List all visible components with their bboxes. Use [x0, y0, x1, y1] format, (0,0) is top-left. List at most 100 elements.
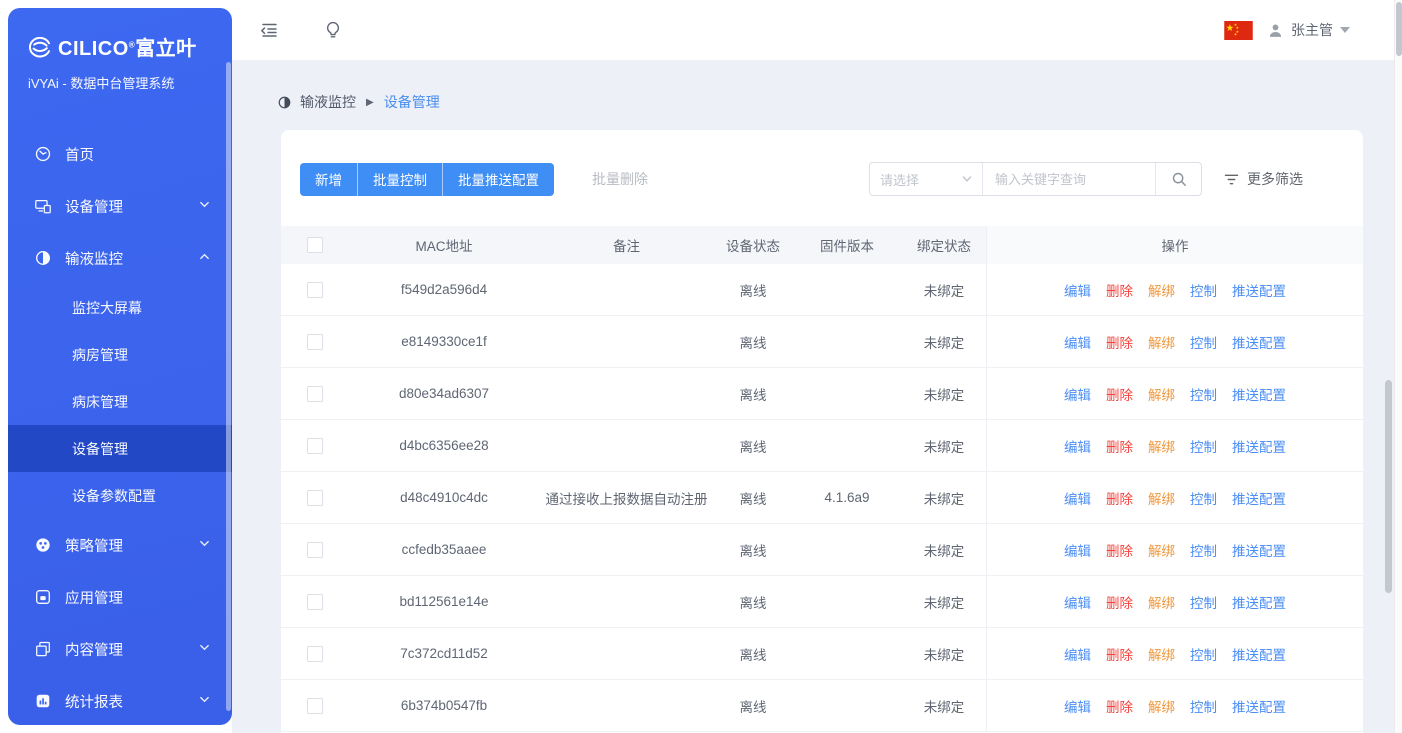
- breadcrumb-current[interactable]: 设备管理: [384, 92, 440, 112]
- action-push-config-link[interactable]: 推送配置: [1232, 592, 1286, 612]
- action-unbind-link[interactable]: 解绑: [1148, 332, 1175, 352]
- search-button[interactable]: [1155, 163, 1201, 195]
- action-edit-link[interactable]: 编辑: [1064, 540, 1091, 560]
- row-checkbox[interactable]: [307, 542, 323, 558]
- batch-control-button[interactable]: 批量控制: [357, 163, 442, 196]
- action-delete-link[interactable]: 删除: [1106, 384, 1133, 404]
- table-row: ccfedb35aaee离线未绑定编辑删除解绑控制推送配置: [281, 524, 1363, 576]
- action-edit-link[interactable]: 编辑: [1064, 280, 1091, 300]
- action-edit-link[interactable]: 编辑: [1064, 436, 1091, 456]
- action-unbind-link[interactable]: 解绑: [1148, 488, 1175, 508]
- action-unbind-link[interactable]: 解绑: [1148, 540, 1175, 560]
- breadcrumb-section[interactable]: 输液监控: [300, 92, 356, 112]
- action-unbind-link[interactable]: 解绑: [1148, 644, 1175, 664]
- action-unbind-link[interactable]: 解绑: [1148, 436, 1175, 456]
- action-push-config-link[interactable]: 推送配置: [1232, 384, 1286, 404]
- batch-push-config-button[interactable]: 批量推送配置: [442, 163, 554, 196]
- action-control-link[interactable]: 控制: [1190, 644, 1217, 664]
- sidebar-item-app-management[interactable]: 应用管理: [8, 571, 232, 623]
- action-control-link[interactable]: 控制: [1190, 592, 1217, 612]
- action-unbind-link[interactable]: 解绑: [1148, 280, 1175, 300]
- chevron-down-icon: [199, 641, 210, 657]
- action-edit-link[interactable]: 编辑: [1064, 592, 1091, 612]
- action-control-link[interactable]: 控制: [1190, 540, 1217, 560]
- row-checkbox[interactable]: [307, 334, 323, 350]
- sidebar-item-content-management[interactable]: 内容管理: [8, 623, 232, 675]
- action-delete-link[interactable]: 删除: [1106, 436, 1133, 456]
- more-filter-button[interactable]: 更多筛选: [1224, 169, 1303, 189]
- action-unbind-link[interactable]: 解绑: [1148, 696, 1175, 716]
- cell-actions: 编辑删除解绑控制推送配置: [986, 264, 1363, 315]
- row-checkbox[interactable]: [307, 646, 323, 662]
- action-control-link[interactable]: 控制: [1190, 384, 1217, 404]
- action-control-link[interactable]: 控制: [1190, 436, 1217, 456]
- action-delete-link[interactable]: 删除: [1106, 280, 1133, 300]
- action-push-config-link[interactable]: 推送配置: [1232, 644, 1286, 664]
- sidebar-subitem-device-management-sub[interactable]: 设备管理: [8, 425, 232, 472]
- action-edit-link[interactable]: 编辑: [1064, 384, 1091, 404]
- action-push-config-link[interactable]: 推送配置: [1232, 696, 1286, 716]
- sidebar: CILICO®富立叶 iVYAi - 数据中台管理系统 首页设备管理输液监控监控…: [8, 8, 232, 725]
- row-checkbox[interactable]: [307, 386, 323, 402]
- action-push-config-link[interactable]: 推送配置: [1232, 280, 1286, 300]
- content-scrollbar-thumb[interactable]: [1385, 380, 1392, 593]
- action-delete-link[interactable]: 删除: [1106, 540, 1133, 560]
- action-delete-link[interactable]: 删除: [1106, 332, 1133, 352]
- table-row: 7c372cd11d52离线未绑定编辑删除解绑控制推送配置: [281, 628, 1363, 680]
- action-edit-link[interactable]: 编辑: [1064, 332, 1091, 352]
- user-menu[interactable]: 张主管: [1267, 20, 1350, 40]
- sidebar-subitem-bed-management[interactable]: 病床管理: [8, 378, 232, 425]
- language-flag-china[interactable]: ★ ★ ★ ★ ★: [1224, 21, 1253, 40]
- action-push-config-link[interactable]: 推送配置: [1232, 540, 1286, 560]
- action-delete-link[interactable]: 删除: [1106, 696, 1133, 716]
- sidebar-subitem-device-param-config[interactable]: 设备参数配置: [8, 472, 232, 519]
- action-push-config-link[interactable]: 推送配置: [1232, 436, 1286, 456]
- breadcrumb-separator-icon: ▶: [366, 97, 374, 108]
- action-control-link[interactable]: 控制: [1190, 280, 1217, 300]
- lightbulb-icon[interactable]: [322, 19, 344, 41]
- sidebar-item-label: 设备管理: [65, 196, 186, 217]
- cell-note: [539, 420, 714, 471]
- action-unbind-link[interactable]: 解绑: [1148, 592, 1175, 612]
- page-scrollbar-track[interactable]: [1394, 0, 1402, 733]
- action-edit-link[interactable]: 编辑: [1064, 644, 1091, 664]
- sidebar-item-label: 输液监控: [65, 248, 186, 269]
- page-scrollbar-thumb[interactable]: [1396, 2, 1402, 56]
- cell-status: 离线: [714, 316, 792, 367]
- action-delete-link[interactable]: 删除: [1106, 644, 1133, 664]
- sidebar-item-infusion-monitoring[interactable]: 输液监控: [8, 232, 232, 284]
- collapse-sidebar-icon[interactable]: [258, 19, 280, 41]
- row-checkbox[interactable]: [307, 490, 323, 506]
- row-checkbox[interactable]: [307, 438, 323, 454]
- sidebar-subitem-ward-management[interactable]: 病房管理: [8, 331, 232, 378]
- add-button[interactable]: 新增: [300, 163, 357, 196]
- table-row: d4bc6356ee28离线未绑定编辑删除解绑控制推送配置: [281, 420, 1363, 472]
- action-unbind-link[interactable]: 解绑: [1148, 384, 1175, 404]
- action-control-link[interactable]: 控制: [1190, 696, 1217, 716]
- action-control-link[interactable]: 控制: [1190, 332, 1217, 352]
- batch-delete-button[interactable]: 批量删除: [592, 169, 648, 189]
- cell-note: [539, 628, 714, 679]
- action-delete-link[interactable]: 删除: [1106, 592, 1133, 612]
- action-edit-link[interactable]: 编辑: [1064, 696, 1091, 716]
- sidebar-scrollbar-thumb[interactable]: [226, 62, 231, 711]
- sidebar-item-home[interactable]: 首页: [8, 128, 232, 180]
- row-checkbox[interactable]: [307, 594, 323, 610]
- filter-field-select[interactable]: 请选择: [870, 163, 983, 195]
- cell-note: [539, 680, 714, 731]
- action-push-config-link[interactable]: 推送配置: [1232, 488, 1286, 508]
- action-control-link[interactable]: 控制: [1190, 488, 1217, 508]
- sidebar-item-strategy-management[interactable]: 策略管理: [8, 519, 232, 571]
- row-checkbox[interactable]: [307, 698, 323, 714]
- keyword-search-input[interactable]: [983, 163, 1155, 195]
- toolbar-search-area: 请选择 更多筛选: [869, 162, 1303, 196]
- action-edit-link[interactable]: 编辑: [1064, 488, 1091, 508]
- action-push-config-link[interactable]: 推送配置: [1232, 332, 1286, 352]
- row-checkbox[interactable]: [307, 282, 323, 298]
- sidebar-item-device-management[interactable]: 设备管理: [8, 180, 232, 232]
- sidebar-item-statistics-report[interactable]: 统计报表: [8, 675, 232, 725]
- select-all-checkbox[interactable]: [307, 237, 323, 253]
- sidebar-subitem-monitor-screen[interactable]: 监控大屏幕: [8, 284, 232, 331]
- action-delete-link[interactable]: 删除: [1106, 488, 1133, 508]
- column-header-note: 备注: [539, 226, 714, 264]
